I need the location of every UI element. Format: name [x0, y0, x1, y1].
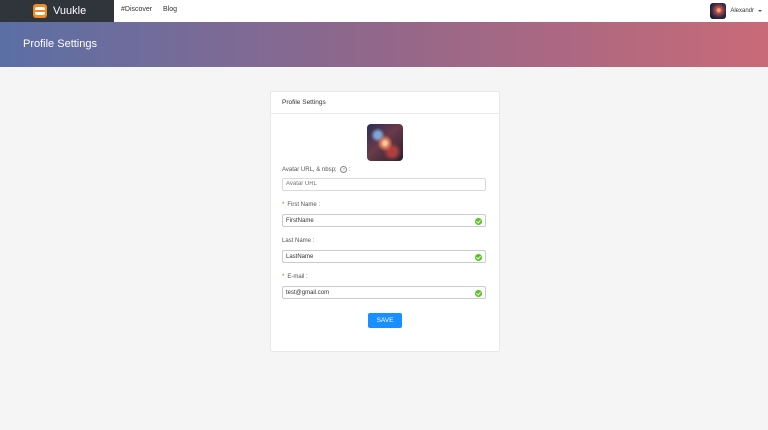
last-name-field[interactable]: LastName: [282, 250, 486, 263]
email-label-suffix: :: [306, 274, 308, 280]
first-name-label-suffix: :: [318, 202, 321, 208]
avatar-url-label-suffix: :: [348, 167, 351, 174]
brand[interactable]: Vuukle: [0, 0, 114, 22]
save-button[interactable]: SAVE: [368, 313, 402, 328]
profile-avatar: [367, 124, 403, 161]
avatar-url-label: Avatar URL, & nbsp; ? :: [282, 166, 351, 173]
card-header: Profile Settings: [271, 92, 499, 114]
user-menu[interactable]: Alexandr: [710, 1, 762, 21]
brand-name: Vuukle: [53, 5, 87, 17]
first-name-label-text: First Name: [287, 202, 317, 208]
page-title: Profile Settings: [23, 38, 97, 50]
page-banner: Profile Settings: [0, 22, 768, 67]
check-circle-icon: [475, 289, 482, 297]
last-name-value: LastName: [286, 254, 314, 260]
profile-settings-card: Profile Settings Avatar URL, & nbsp; ? :…: [270, 91, 500, 352]
nav-link-discover[interactable]: #Discover: [121, 6, 152, 13]
nav-link-blog[interactable]: Blog: [163, 6, 177, 13]
check-circle-icon: [475, 253, 482, 261]
help-icon[interactable]: ?: [340, 166, 348, 173]
last-name-label: Last Name :: [282, 238, 314, 244]
check-circle-icon: [475, 217, 482, 225]
first-name-label: * First Name :: [282, 202, 320, 208]
email-label-text: E-mail: [287, 274, 305, 280]
last-name-label-suffix: :: [312, 238, 315, 244]
avatar: [710, 3, 727, 19]
first-name-value: FirstName: [286, 218, 314, 224]
last-name-label-text: Last Name: [282, 238, 312, 244]
required-mark: *: [282, 202, 285, 208]
avatar-url-input[interactable]: [282, 178, 486, 191]
email-field[interactable]: test@gmail.com: [282, 286, 486, 299]
user-name: Alexandr: [730, 8, 754, 14]
first-name-field[interactable]: FirstName: [282, 214, 486, 227]
avatar-url-label-text: Avatar URL, & nbsp;: [282, 167, 337, 174]
chevron-down-icon: [758, 10, 762, 12]
email-value: test@gmail.com: [286, 290, 330, 296]
required-mark: *: [282, 274, 285, 280]
vuukle-logo-icon: [33, 4, 47, 18]
top-nav: Vuukle #Discover Blog Alexandr: [0, 0, 768, 23]
email-label: * E-mail :: [282, 274, 308, 280]
